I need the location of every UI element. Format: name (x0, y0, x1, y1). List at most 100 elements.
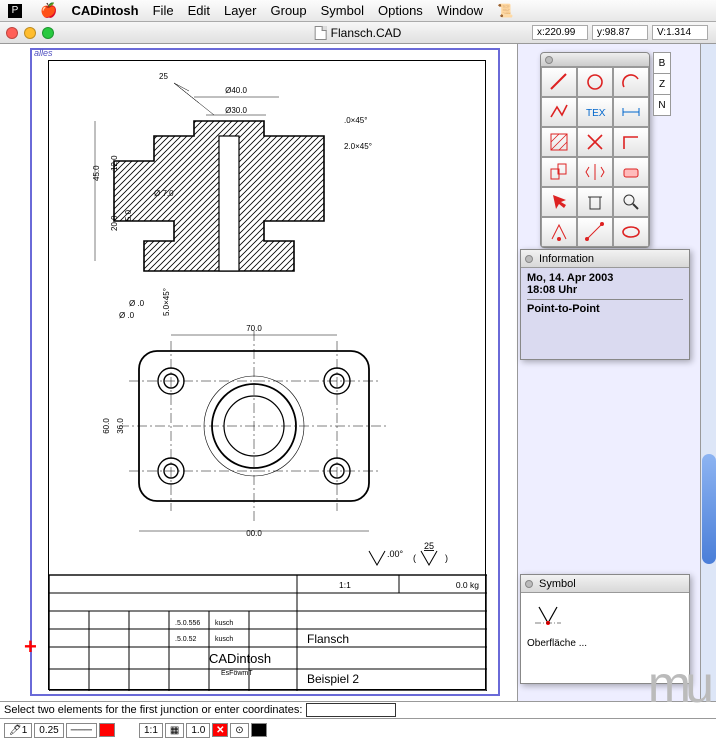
side-b[interactable]: B (653, 52, 671, 74)
app-menu[interactable]: CADintosh (71, 3, 138, 18)
svg-text:Ø .0: Ø .0 (119, 311, 135, 320)
svg-text:(: ( (413, 553, 416, 563)
document-icon (315, 26, 327, 40)
menu-layer[interactable]: Layer (224, 3, 257, 18)
tool-hatch[interactable] (541, 127, 577, 157)
menu-edit[interactable]: Edit (188, 3, 210, 18)
svg-text:25: 25 (424, 541, 434, 551)
tool-text[interactable]: TEXT (577, 97, 613, 127)
snap-field[interactable]: 1.0 (186, 723, 210, 738)
tool-point[interactable] (541, 217, 577, 247)
color-swatch-black[interactable] (251, 723, 267, 737)
svg-text:00.0: 00.0 (246, 529, 262, 538)
svg-text:EsFöwmT: EsFöwmT (221, 670, 253, 677)
menu-file[interactable]: File (153, 3, 174, 18)
svg-text:36.0: 36.0 (116, 418, 125, 434)
pen-indicator[interactable]: 🖊1 (4, 723, 32, 738)
technical-drawing: Ø40.0 Ø30.0 .0×45° 2.0×45° 25 45.0 (49, 61, 487, 691)
menu-script-icon[interactable]: 📜 (497, 3, 513, 19)
right-panel-area: TEXT B Z N Information (518, 44, 716, 704)
status-prompt: Select two elements for the first juncti… (4, 704, 302, 716)
lineweight-field[interactable]: 0.25 (34, 723, 63, 738)
vertical-scrollbar[interactable] (700, 44, 716, 704)
tool-trim[interactable] (577, 127, 613, 157)
svg-text:Ø 7.0: Ø 7.0 (154, 189, 174, 198)
svg-text:5.0×45°: 5.0×45° (162, 288, 171, 316)
tool-mirror[interactable] (577, 157, 613, 187)
menu-group[interactable]: Group (271, 3, 307, 18)
svg-text:45.0: 45.0 (92, 165, 101, 181)
svg-text:kusch: kusch (215, 620, 233, 627)
svg-text:Ø .0: Ø .0 (129, 299, 145, 308)
tool-polyline[interactable] (541, 97, 577, 127)
coord-v: V:1.314 (652, 25, 708, 40)
svg-text:20.0: 20.0 (110, 215, 119, 231)
svg-text:.5.0.52: .5.0.52 (175, 636, 197, 643)
window-title: Flansch.CAD (331, 26, 402, 40)
svg-text:5.0: 5.0 (124, 209, 133, 221)
layer-name-label: alles (34, 48, 53, 58)
tool-line[interactable] (541, 67, 577, 97)
coordinate-input[interactable] (306, 703, 396, 717)
svg-text:): ) (445, 553, 448, 563)
zoom-button[interactable] (42, 27, 54, 39)
color-swatch-red[interactable] (99, 723, 115, 737)
info-mode: Point-to-Point (527, 303, 683, 355)
tool-circle[interactable] (577, 67, 613, 97)
close-button[interactable] (6, 27, 18, 39)
information-panel[interactable]: Information Mo, 14. Apr 2003 18:08 Uhr P… (520, 249, 690, 360)
tool-dimension[interactable] (613, 97, 649, 127)
side-z[interactable]: Z (653, 73, 671, 95)
info-title: Information (539, 253, 594, 265)
side-n[interactable]: N (653, 94, 671, 116)
svg-text:.5.0.556: .5.0.556 (175, 620, 200, 627)
menu-options[interactable]: Options (378, 3, 423, 18)
tool-move[interactable] (541, 157, 577, 187)
svg-text:1:1: 1:1 (339, 580, 351, 590)
svg-text:Flansch: Flansch (307, 632, 349, 646)
tool-measure[interactable] (577, 217, 613, 247)
svg-text:0.0 kg: 0.0 kg (456, 580, 479, 590)
tool-delete[interactable] (577, 187, 613, 217)
layer-icon[interactable]: ▦ (165, 723, 184, 738)
window-titlebar: Flansch.CAD x:220.99 y:98.87 V:1.314 (0, 22, 716, 44)
svg-text:Beispiel 2: Beispiel 2 (307, 672, 359, 686)
info-date: Mo, 14. Apr 2003 (527, 272, 683, 284)
menu-symbol[interactable]: Symbol (321, 3, 364, 18)
tool-zoom[interactable] (613, 187, 649, 217)
drawing-canvas[interactable]: alles (0, 44, 518, 704)
svg-text:.00°: .00° (387, 549, 404, 559)
tool-palette[interactable]: TEXT (540, 52, 650, 248)
svg-text:60.0: 60.0 (102, 418, 111, 434)
svg-text:70.0: 70.0 (246, 324, 262, 333)
info-time: 18:08 Uhr (527, 284, 683, 296)
tool-select[interactable] (541, 187, 577, 217)
svg-text:kusch: kusch (215, 636, 233, 643)
svg-text:TEXT: TEXT (586, 108, 606, 119)
tool-corner[interactable] (613, 127, 649, 157)
apple-menu-icon[interactable]: 🍎 (40, 2, 57, 19)
tool-ellipse[interactable] (613, 217, 649, 247)
svg-text:Ø40.0: Ø40.0 (225, 86, 247, 95)
palette-side-strip: B Z N (653, 52, 671, 115)
cancel-icon[interactable]: ✕ (212, 723, 228, 737)
svg-text:12.0: 12.0 (110, 155, 119, 171)
scrollbar-thumb[interactable] (702, 454, 716, 564)
drawing-frame: Ø40.0 Ø30.0 .0×45° 2.0×45° 25 45.0 (48, 60, 486, 690)
coord-x: x:220.99 (532, 25, 588, 40)
surface-symbol-icon (533, 603, 563, 629)
scale-field[interactable]: 1:1 (139, 723, 163, 738)
symbol-label: Oberfläche ... (527, 638, 683, 649)
svg-text:.0×45°: .0×45° (344, 116, 367, 125)
tool-erase[interactable] (613, 157, 649, 187)
svg-text:Ø30.0: Ø30.0 (225, 106, 247, 115)
menubar: P 🍎 CADintosh File Edit Layer Group Symb… (0, 0, 716, 22)
svg-text:25: 25 (159, 72, 168, 81)
bottom-toolbar: 🖊1 0.25 ─── 1:1 ▦ 1.0 ✕ ⊙ (0, 721, 716, 739)
minimize-button[interactable] (24, 27, 36, 39)
target-icon[interactable]: ⊙ (230, 723, 248, 738)
tool-arc[interactable] (613, 67, 649, 97)
coord-y: y:98.87 (592, 25, 648, 40)
linetype-selector[interactable]: ─── (66, 723, 97, 738)
menu-window[interactable]: Window (437, 3, 483, 18)
